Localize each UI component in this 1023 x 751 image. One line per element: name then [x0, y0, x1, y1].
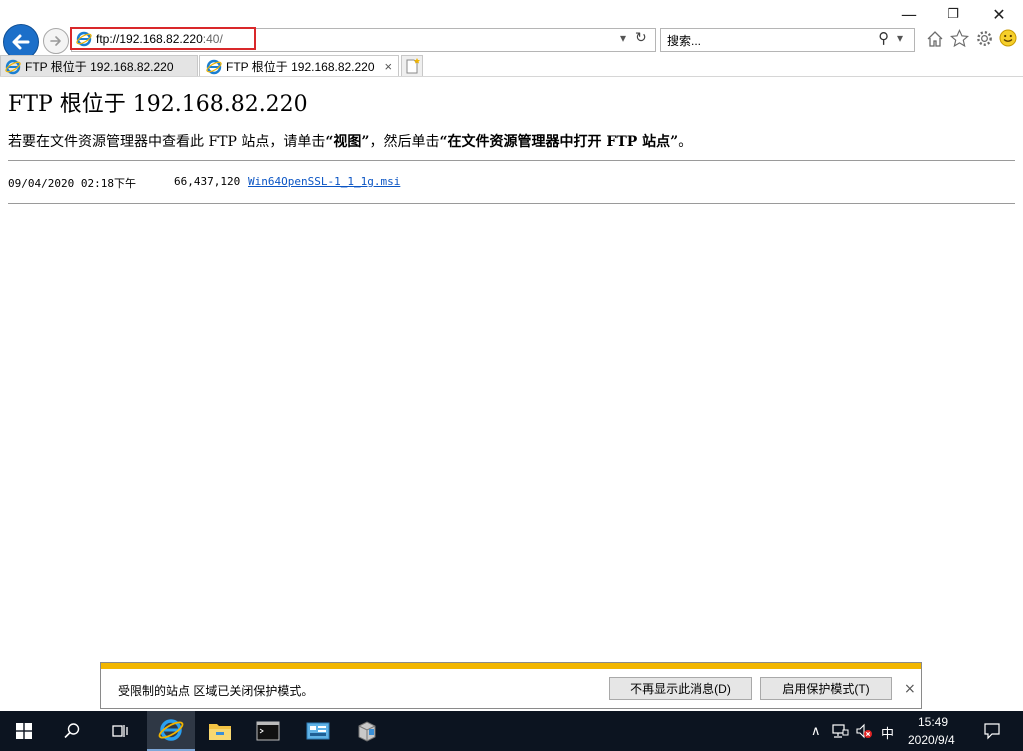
instruction-part: 。	[678, 134, 693, 150]
command-prompt-icon	[256, 721, 280, 741]
new-tab-icon	[406, 58, 420, 74]
task-view-icon	[112, 725, 128, 737]
tab-ftp-root-2[interactable]: FTP 根位于 192.168.82.220 ×	[199, 55, 399, 77]
clock-time[interactable]: 15:49	[918, 715, 948, 729]
tab-strip-divider	[0, 76, 1023, 77]
instruction-view-emphasis: “视图”	[325, 134, 370, 150]
installer-box-icon	[358, 721, 376, 742]
tray-overflow-chevron[interactable]: ∧	[811, 723, 821, 739]
taskbar-search-button[interactable]	[48, 711, 96, 751]
gear-icon[interactable]	[975, 29, 994, 48]
notification-bar: 受限制的站点 区域已关闭保护模式。 不再显示此消息(D) 启用保护模式(T) ×	[100, 662, 922, 709]
ie-tab-icon	[5, 59, 21, 74]
minimize-button[interactable]: —	[886, 0, 932, 28]
page-title: FTP 根位于 192.168.82.220	[8, 92, 308, 117]
server-manager-icon	[306, 722, 330, 740]
search-icon[interactable]: ⚲	[878, 29, 889, 47]
start-button[interactable]	[0, 711, 48, 751]
close-window-button[interactable]: ✕	[976, 0, 1022, 28]
ie-tab-icon	[206, 59, 222, 74]
home-icon[interactable]	[926, 30, 944, 48]
divider-bottom	[8, 203, 1015, 204]
search-dropdown-icon[interactable]: ▾	[897, 31, 903, 45]
restore-button[interactable]: ❐	[930, 0, 976, 28]
taskbar: ∧ 中 15:49 2020/9/4	[0, 711, 1023, 751]
dont-show-again-button[interactable]: 不再显示此消息(D)	[609, 677, 752, 700]
file-size: 66,437,120	[174, 175, 241, 188]
tab-close-button[interactable]: ×	[385, 59, 393, 74]
network-icon[interactable]	[831, 723, 849, 739]
taskbar-cmd-button[interactable]	[244, 711, 292, 751]
windows-logo-icon	[16, 723, 32, 739]
favorites-star-icon[interactable]	[950, 29, 969, 48]
new-tab-button[interactable]	[401, 55, 423, 77]
restore-icon: ❐	[947, 6, 959, 22]
refresh-icon[interactable]: ↻	[635, 30, 647, 46]
back-arrow-icon	[12, 34, 30, 50]
taskbar-server-manager-button[interactable]	[294, 711, 342, 751]
enable-protected-mode-button[interactable]: 启用保护模式(T)	[760, 677, 892, 700]
notification-accent	[101, 663, 921, 669]
taskbar-file-explorer-button[interactable]	[196, 711, 244, 751]
tab-label: FTP 根位于 192.168.82.220	[25, 60, 174, 74]
instruction-part: ，然后单击	[369, 134, 440, 150]
close-icon: ✕	[992, 4, 1006, 24]
instruction-part: 若要在文件资源管理器中查看此 FTP 站点，请单击	[8, 134, 326, 150]
minimize-icon: —	[901, 4, 917, 24]
search-icon	[64, 723, 80, 739]
forward-button[interactable]	[43, 28, 69, 54]
task-view-button[interactable]	[96, 711, 144, 751]
forward-arrow-icon	[50, 36, 61, 46]
divider-top	[8, 160, 1015, 161]
notification-message: 受限制的站点 区域已关闭保护模式。	[118, 684, 314, 698]
notifications-icon[interactable]	[983, 722, 1001, 740]
address-dropdown-icon[interactable]: ▾	[620, 31, 626, 45]
instruction-open-emphasis: “在文件资源管理器中打开 FTP 站点”	[439, 134, 679, 150]
smiley-icon[interactable]	[999, 29, 1017, 47]
taskbar-installer-button[interactable]	[343, 711, 391, 751]
file-date: 09/04/2020 02:18下午	[8, 177, 136, 190]
tab-label: FTP 根位于 192.168.82.220	[226, 60, 375, 74]
clock-date[interactable]: 2020/9/4	[908, 733, 955, 747]
instruction-text: 若要在文件资源管理器中查看此 FTP 站点，请单击“视图”，然后单击“在文件资源…	[8, 131, 692, 151]
ie-page-icon	[76, 31, 92, 47]
search-placeholder: 搜索...	[667, 34, 702, 48]
notification-close-button[interactable]: ×	[904, 681, 916, 697]
folder-icon	[209, 724, 231, 740]
address-url[interactable]: ftp://192.168.82.220:40/	[96, 32, 223, 46]
ime-indicator[interactable]: 中	[881, 723, 894, 742]
ie-icon	[158, 719, 184, 741]
file-link[interactable]: Win64OpenSSL-1_1_1g.msi	[248, 175, 400, 188]
taskbar-ie-button[interactable]	[147, 711, 195, 751]
tab-ftp-root-1[interactable]: FTP 根位于 192.168.82.220	[0, 55, 198, 77]
volume-muted-icon[interactable]	[855, 723, 873, 739]
